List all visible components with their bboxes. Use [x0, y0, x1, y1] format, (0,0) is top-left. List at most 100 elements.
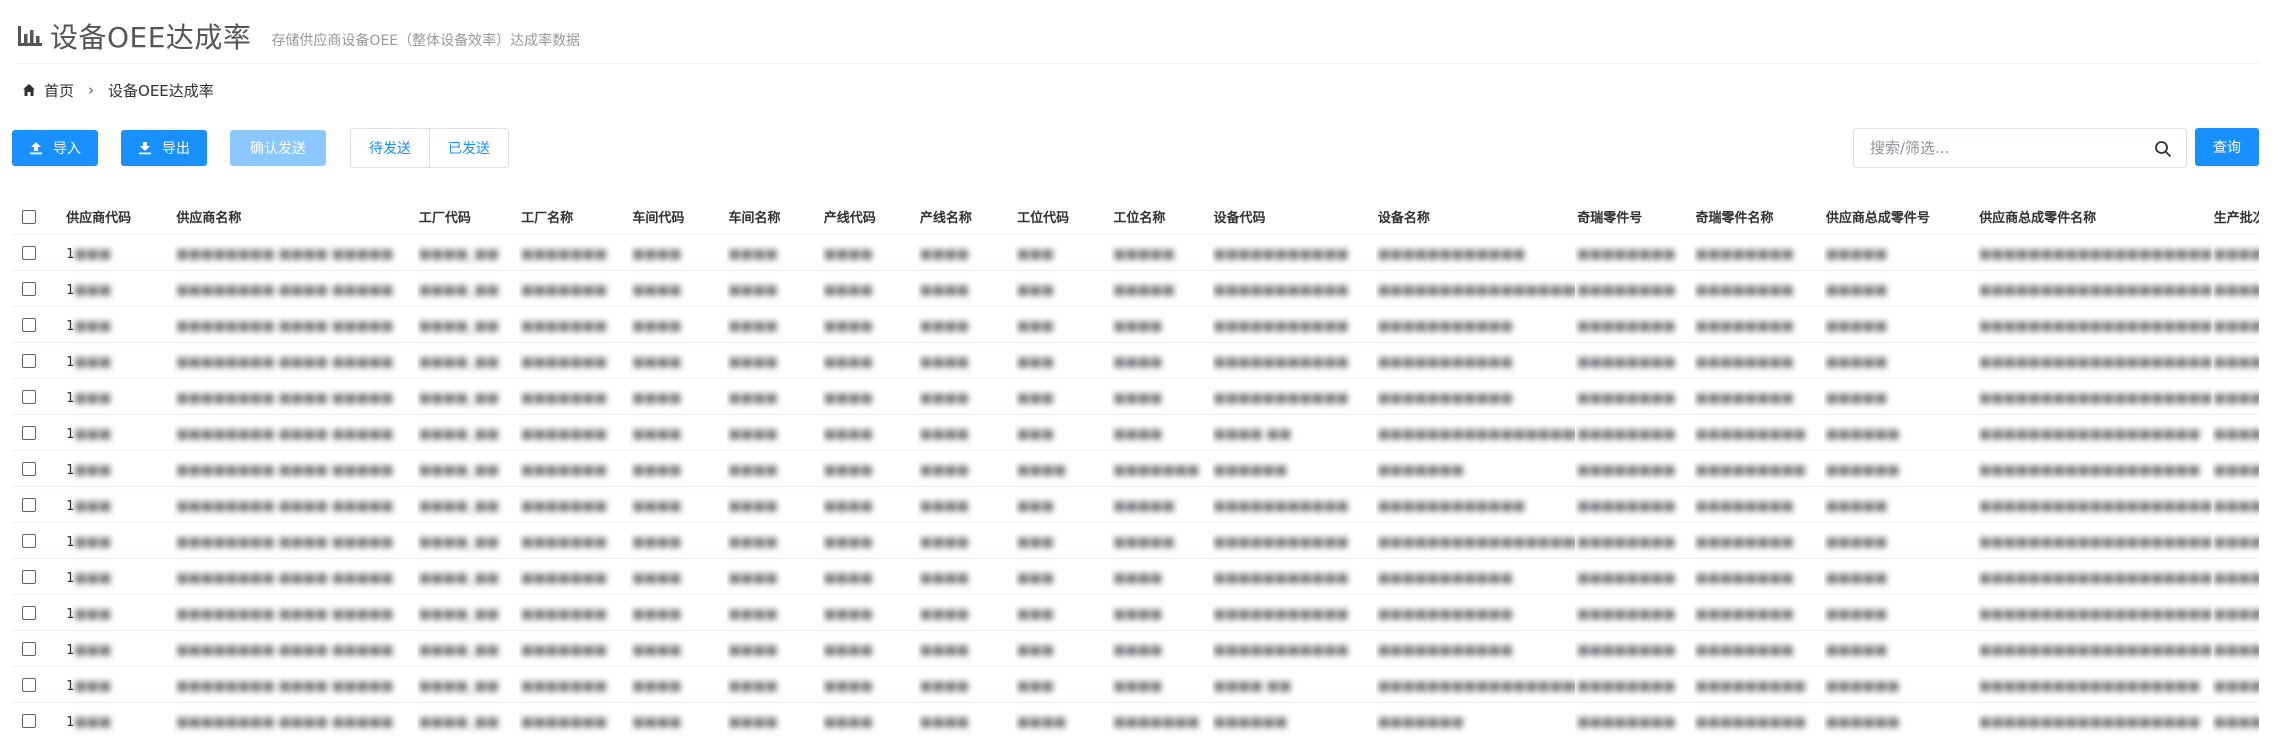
redacted-value: ■■■■■■■■■■■■■■■■■■■ [1979, 390, 2212, 406]
redacted-value: ■■■■■■■■■■■ [1213, 570, 1349, 586]
redacted-value: ■■■■ [919, 246, 970, 262]
redacted-value: ■■■■ [728, 390, 778, 406]
tab-pending[interactable]: 待发送 [351, 129, 429, 167]
table-cell: ■■■■ [630, 594, 727, 631]
redacted-value: ■■■■ [2213, 714, 2259, 730]
page-header: 设备OEE达成率 存储供应商设备OEE（整体设备效率）达成率数据 [16, 8, 2259, 64]
tab-sent[interactable]: 已发送 [429, 129, 508, 167]
table-cell: 1■■■ [64, 270, 175, 307]
table-row[interactable]: 1■■■ ■■■■■■■■ ■■■■ ■■■■■ ■■■■_■■ ■■■■■■■ ■■■… [12, 558, 2259, 595]
cell-value: 1 [66, 714, 75, 730]
column-header[interactable]: 奇瑞零件号 [1575, 200, 1694, 235]
table-cell: ■■■■ [1111, 306, 1212, 343]
redacted-value: ■■■■■■■ [521, 426, 608, 442]
table-row[interactable]: 1■■■ ■■■■■■■■ ■■■■ ■■■■■ ■■■■_■■ ■■■■■■■ ■■■… [12, 378, 2259, 415]
table-row[interactable]: 1■■■ ■■■■■■■■ ■■■■ ■■■■■ ■■■■_■■ ■■■■■■■ ■■■… [12, 594, 2259, 631]
table-cell: ■■■■ [821, 630, 918, 667]
query-button[interactable]: 查询 [2195, 128, 2259, 166]
table-row[interactable]: 1■■■ ■■■■■■■■ ■■■■ ■■■■■ ■■■■_■■ ■■■■■■■ ■■■… [12, 414, 2259, 451]
table-cell: ■■■■■■■■ ■■■■ ■■■■■ [174, 486, 417, 523]
row-select-cell [12, 270, 65, 307]
table-cell: ■■■■■■■■■■■ [1211, 630, 1376, 667]
column-header[interactable]: 供应商名称 [174, 200, 417, 235]
column-header[interactable]: 车间名称 [726, 200, 822, 235]
row-checkbox[interactable] [22, 282, 36, 296]
table-cell: ■■■■■■■■■■■ [1211, 486, 1376, 523]
table-row[interactable]: 1■■■ ■■■■■■■■ ■■■■ ■■■■■ ■■■■_■■ ■■■■■■■ ■■■… [12, 234, 2259, 271]
table-cell: ■■■■■■■■ [1693, 306, 1824, 343]
redacted-value: ■■■■ [632, 606, 682, 622]
table-cell: ■■■■■■■■ ■■■■ ■■■■■ [174, 414, 417, 451]
table-cell: 1■■■ [64, 666, 175, 703]
table-row[interactable]: 1■■■ ■■■■■■■■ ■■■■ ■■■■■ ■■■■_■■ ■■■■■■■ ■■■… [12, 450, 2259, 487]
table-cell: ■■■■■■■■ [1575, 522, 1694, 559]
search-icon[interactable] [2154, 140, 2172, 158]
table-cell: 1■■■ [64, 342, 175, 379]
column-header[interactable]: 设备名称 [1375, 200, 1576, 235]
table-cell: ■■■■ [726, 270, 822, 307]
table-row[interactable]: 1■■■ ■■■■■■■■ ■■■■ ■■■■■ ■■■■_■■ ■■■■■■■ ■■■… [12, 630, 2259, 667]
table-row[interactable]: 1■■■ ■■■■■■■■ ■■■■ ■■■■■ ■■■■_■■ ■■■■■■■ ■■■… [12, 702, 2259, 736]
table-cell: ■■■■■■■■■■■■ [1375, 234, 1576, 271]
redacted-value: ■■■■■■■■■■■■■■■■■■■ [1979, 606, 2212, 622]
confirm-send-button[interactable]: 确认发送 [230, 130, 326, 166]
row-checkbox[interactable] [22, 390, 36, 404]
import-button-label: 导入 [53, 141, 81, 157]
row-checkbox[interactable] [22, 678, 36, 692]
column-header[interactable]: 工厂名称 [519, 200, 631, 235]
column-header[interactable]: 生产批次 [2211, 200, 2259, 235]
table-row[interactable]: 1■■■ ■■■■■■■■ ■■■■ ■■■■■ ■■■■_■■ ■■■■■■■ ■■■… [12, 270, 2259, 307]
column-header[interactable]: 设备代码 [1211, 200, 1376, 235]
table-cell: ■■■■ [917, 594, 1016, 631]
column-header[interactable]: 工位名称 [1111, 200, 1212, 235]
row-checkbox[interactable] [22, 318, 36, 332]
table-row[interactable]: 1■■■ ■■■■■■■■ ■■■■ ■■■■■ ■■■■_■■ ■■■■■■■ ■■■… [12, 342, 2259, 379]
column-header[interactable]: 工厂代码 [416, 200, 520, 235]
column-header[interactable]: 产线名称 [917, 200, 1016, 235]
table-cell: ■■■■ [2211, 378, 2259, 415]
column-header[interactable]: 车间代码 [630, 200, 727, 235]
table-cell: ■■■■■■■■ ■■■■ ■■■■■ [174, 666, 417, 703]
row-checkbox[interactable] [22, 498, 36, 512]
row-checkbox[interactable] [22, 714, 36, 728]
column-header[interactable]: 产线代码 [821, 200, 918, 235]
table-cell: ■■■■ [917, 558, 1016, 595]
table-cell: ■■■■■■■■ [1575, 486, 1694, 523]
table-row[interactable]: 1■■■ ■■■■■■■■ ■■■■ ■■■■■ ■■■■_■■ ■■■■■■■ ■■■… [12, 666, 2259, 703]
row-checkbox[interactable] [22, 606, 36, 620]
row-checkbox[interactable] [22, 426, 36, 440]
column-header[interactable]: 供应商代码 [64, 200, 175, 235]
row-checkbox[interactable] [22, 534, 36, 548]
table-cell: ■■■■ [630, 486, 727, 523]
column-header[interactable]: 奇瑞零件名称 [1693, 200, 1824, 235]
breadcrumb-home-link[interactable]: 首页 [44, 80, 74, 101]
redacted-value: ■■■■■■■ [521, 678, 608, 694]
table-cell: 1■■■ [64, 522, 175, 559]
column-header[interactable]: 供应商总成零件号 [1823, 200, 1978, 235]
table-row[interactable]: 1■■■ ■■■■■■■■ ■■■■ ■■■■■ ■■■■_■■ ■■■■■■■ ■■■… [12, 522, 2259, 559]
redacted-value: ■■■■ [632, 318, 682, 334]
row-checkbox[interactable] [22, 642, 36, 656]
row-checkbox[interactable] [22, 246, 36, 260]
table-row[interactable]: 1■■■ ■■■■■■■■ ■■■■ ■■■■■ ■■■■_■■ ■■■■■■■ ■■■… [12, 306, 2259, 343]
table-row[interactable]: 1■■■ ■■■■■■■■ ■■■■ ■■■■■ ■■■■_■■ ■■■■■■■ ■■■… [12, 486, 2259, 523]
table-cell: ■■■■ [917, 666, 1016, 703]
redacted-value: ■■■■ [2213, 606, 2259, 622]
select-all-checkbox[interactable] [22, 209, 36, 224]
redacted-value: ■■■■ [1017, 462, 1067, 478]
table-cell: ■■■■ [917, 414, 1016, 451]
row-checkbox[interactable] [22, 570, 36, 584]
export-button[interactable]: 导出 [121, 130, 207, 166]
redacted-value: ■■■■■■■■■ [1695, 462, 1807, 478]
import-button[interactable]: 导入 [12, 130, 98, 166]
row-checkbox[interactable] [22, 354, 36, 368]
redacted-value: ■■■■■■■■■■■■■■■■■■■ [1979, 282, 2212, 298]
table-cell: ■■■■ [726, 558, 822, 595]
search-input[interactable] [1870, 139, 2140, 157]
redacted-value: ■■■■■■■■■■■■■■■■■■ [1377, 282, 1575, 298]
column-header[interactable]: 供应商总成零件名称 [1977, 200, 2212, 235]
table-cell: ■■■■ [1015, 450, 1112, 487]
column-header[interactable]: 工位代码 [1015, 200, 1112, 235]
row-checkbox[interactable] [22, 462, 36, 476]
redacted-value: ■■■■ [823, 534, 873, 550]
